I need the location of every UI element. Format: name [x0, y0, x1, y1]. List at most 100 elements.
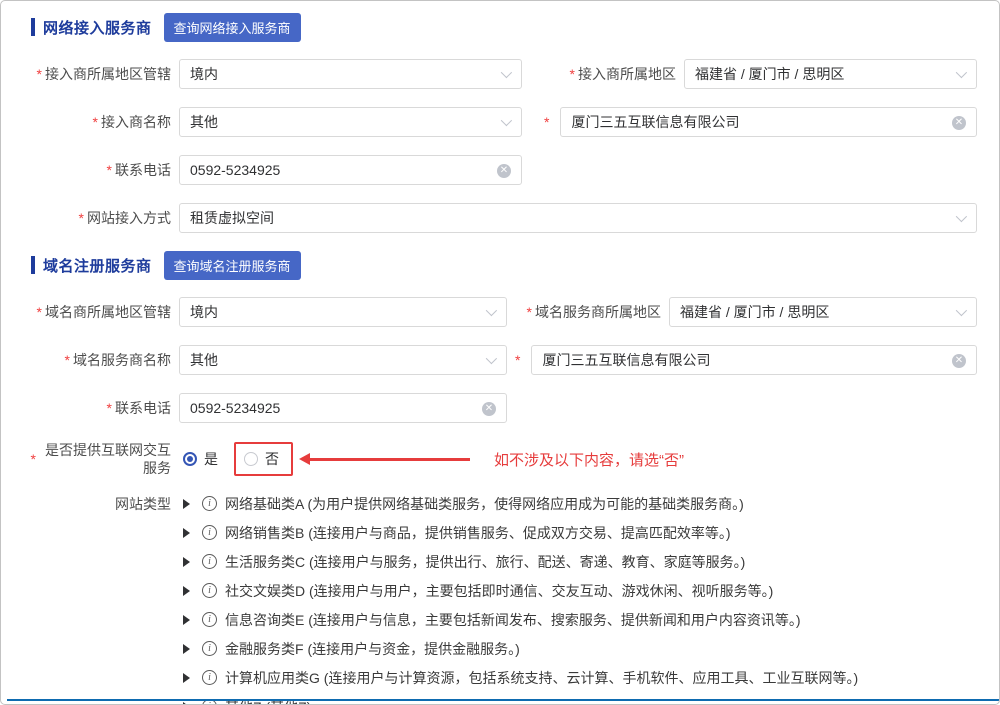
access-provider-select[interactable]: 其他	[179, 107, 522, 137]
interactive-service-row: * 是否提供互联网交互服务 是 否 如不涉及以下内容，请选“否”	[31, 441, 977, 477]
clear-input-icon[interactable]: ✕	[482, 402, 496, 416]
access-phone-row: * 联系电话 0592-5234925 ✕	[31, 155, 977, 185]
required-asterisk: *	[93, 114, 98, 130]
required-asterisk: *	[79, 210, 84, 226]
radio-circle-icon	[244, 452, 258, 466]
website-type-text: 计算机应用类G (连接用户与计算资源，包括系统支持、云计算、手机软件、应用工具、…	[225, 668, 858, 688]
arrow-head-icon	[299, 453, 310, 465]
website-type-item-g: i 计算机应用类G (连接用户与计算资源，包括系统支持、云计算、手机软件、应用工…	[179, 663, 858, 692]
domain-registrar-section-header: 域名注册服务商 查询域名注册服务商	[31, 251, 977, 279]
info-icon[interactable]: i	[202, 583, 217, 598]
expand-triangle-icon[interactable]	[183, 557, 190, 567]
clear-input-icon[interactable]: ✕	[952, 354, 966, 368]
required-asterisk: *	[37, 304, 42, 320]
required-asterisk: *	[515, 352, 520, 368]
section-title: 域名注册服务商	[43, 255, 152, 276]
expand-triangle-icon[interactable]	[183, 673, 190, 683]
required-asterisk: *	[527, 304, 532, 320]
info-icon[interactable]: i	[202, 554, 217, 569]
access-provider-name-row: * 接入商名称 其他 * 厦门三五互联信息有限公司 ✕	[31, 107, 977, 137]
select-value: 境内	[190, 302, 218, 322]
domain-phone-input[interactable]: 0592-5234925 ✕	[179, 393, 507, 423]
radio-no[interactable]: 否	[244, 449, 279, 469]
access-provider-section-header: 网络接入服务商 查询网络接入服务商	[31, 13, 977, 41]
access-region-admin-label: 接入商所属地区管辖	[45, 65, 171, 83]
website-type-item-a: i 网络基础类A (为用户提供网络基础类服务，使得网络应用成为可能的基础类服务商…	[179, 489, 858, 518]
radio-yes-label: 是	[204, 449, 218, 469]
annotation-text: 如不涉及以下内容，请选“否”	[494, 449, 684, 470]
query-access-provider-button[interactable]: 查询网络接入服务商	[164, 13, 301, 42]
bottom-divider	[7, 699, 999, 701]
expand-triangle-icon[interactable]	[183, 586, 190, 596]
query-domain-registrar-button[interactable]: 查询域名注册服务商	[164, 251, 301, 280]
chevron-down-icon	[486, 305, 497, 316]
icp-filing-form: 网络接入服务商 查询网络接入服务商 * 接入商所属地区管辖 境内 * 接入商所属…	[0, 0, 1000, 705]
website-type-item-c: i 生活服务类C (连接用户与服务，提供出行、旅行、配送、寄递、教育、家庭等服务…	[179, 547, 858, 576]
required-asterisk: *	[544, 114, 549, 130]
website-type-text: 金融服务类F (连接用户与资金，提供金融服务。)	[225, 639, 520, 659]
required-asterisk: *	[65, 352, 70, 368]
select-value: 其他	[190, 112, 218, 132]
website-type-text: 信息咨询类E (连接用户与信息，主要包括新闻发布、搜索服务、提供新闻和用户内容资…	[225, 610, 801, 630]
website-type-label: 网站类型	[39, 495, 171, 513]
info-icon[interactable]: i	[202, 670, 217, 685]
arrow-line	[310, 458, 470, 461]
access-mode-row: * 网站接入方式 租赁虚拟空间	[31, 203, 977, 233]
chevron-down-icon	[956, 67, 967, 78]
input-value: 0592-5234925	[190, 162, 280, 178]
domain-provider-select[interactable]: 其他	[179, 345, 507, 375]
domain-region-select[interactable]: 福建省 / 厦门市 / 思明区	[669, 297, 977, 327]
access-phone-label: 联系电话	[115, 161, 171, 179]
required-asterisk: *	[107, 400, 112, 416]
expand-triangle-icon[interactable]	[183, 644, 190, 654]
clear-input-icon[interactable]: ✕	[497, 164, 511, 178]
clear-input-icon[interactable]: ✕	[952, 116, 966, 130]
domain-phone-label: 联系电话	[115, 399, 171, 417]
expand-triangle-icon[interactable]	[183, 615, 190, 625]
required-asterisk: *	[107, 162, 112, 178]
radio-circle-icon	[183, 452, 197, 466]
radio-yes[interactable]: 是	[183, 449, 218, 469]
access-region-admin-select[interactable]: 境内	[179, 59, 522, 89]
input-value: 0592-5234925	[190, 400, 280, 416]
select-value: 租赁虚拟空间	[190, 208, 274, 228]
chevron-down-icon	[501, 115, 512, 126]
domain-region-admin-label: 域名商所属地区管辖	[45, 303, 171, 321]
access-provider-custom-input[interactable]: 厦门三五互联信息有限公司 ✕	[560, 107, 977, 137]
info-icon[interactable]: i	[202, 612, 217, 627]
annotation-arrow	[299, 453, 470, 465]
access-mode-label: 网站接入方式	[87, 209, 171, 227]
website-type-text: 生活服务类C (连接用户与服务，提供出行、旅行、配送、寄递、教育、家庭等服务。)	[225, 552, 745, 572]
input-value: 厦门三五互联信息有限公司	[542, 350, 710, 370]
access-region-label: 接入商所属地区	[578, 64, 676, 84]
info-icon[interactable]: i	[202, 641, 217, 656]
expand-triangle-icon[interactable]	[183, 528, 190, 538]
select-value: 其他	[190, 350, 218, 370]
radio-no-label: 否	[265, 449, 279, 469]
select-value: 境内	[190, 64, 218, 84]
website-type-text: 社交文娱类D (连接用户与用户，主要包括即时通信、交友互动、游戏休闲、视听服务等…	[225, 581, 773, 601]
section-title: 网络接入服务商	[43, 17, 152, 38]
required-asterisk: *	[570, 66, 575, 82]
info-icon[interactable]: i	[202, 525, 217, 540]
domain-provider-custom-input[interactable]: 厦门三五互联信息有限公司 ✕	[531, 345, 977, 375]
expand-triangle-icon[interactable]	[183, 499, 190, 509]
chevron-down-icon	[956, 305, 967, 316]
domain-provider-label: 域名服务商名称	[73, 351, 171, 369]
chevron-down-icon	[501, 67, 512, 78]
input-value: 厦门三五互联信息有限公司	[571, 112, 739, 132]
access-mode-select[interactable]: 租赁虚拟空间	[179, 203, 977, 233]
chevron-down-icon	[486, 353, 497, 364]
section-accent-bar	[31, 18, 35, 36]
domain-region-row: * 域名商所属地区管辖 境内 * 域名服务商所属地区 福建省 / 厦门市 / 思…	[31, 297, 977, 327]
domain-region-admin-select[interactable]: 境内	[179, 297, 507, 327]
domain-phone-row: * 联系电话 0592-5234925 ✕	[31, 393, 977, 423]
website-type-item-d: i 社交文娱类D (连接用户与用户，主要包括即时通信、交友互动、游戏休闲、视听服…	[179, 576, 858, 605]
website-type-text: 网络销售类B (连接用户与商品，提供销售服务、促成双方交易、提高匹配效率等。)	[225, 523, 731, 543]
website-type-item-e: i 信息咨询类E (连接用户与信息，主要包括新闻发布、搜索服务、提供新闻和用户内…	[179, 605, 858, 634]
select-value: 福建省 / 厦门市 / 思明区	[680, 302, 829, 322]
access-phone-input[interactable]: 0592-5234925 ✕	[179, 155, 522, 185]
info-icon[interactable]: i	[202, 496, 217, 511]
access-region-select[interactable]: 福建省 / 厦门市 / 思明区	[684, 59, 977, 89]
section-accent-bar	[31, 256, 35, 274]
